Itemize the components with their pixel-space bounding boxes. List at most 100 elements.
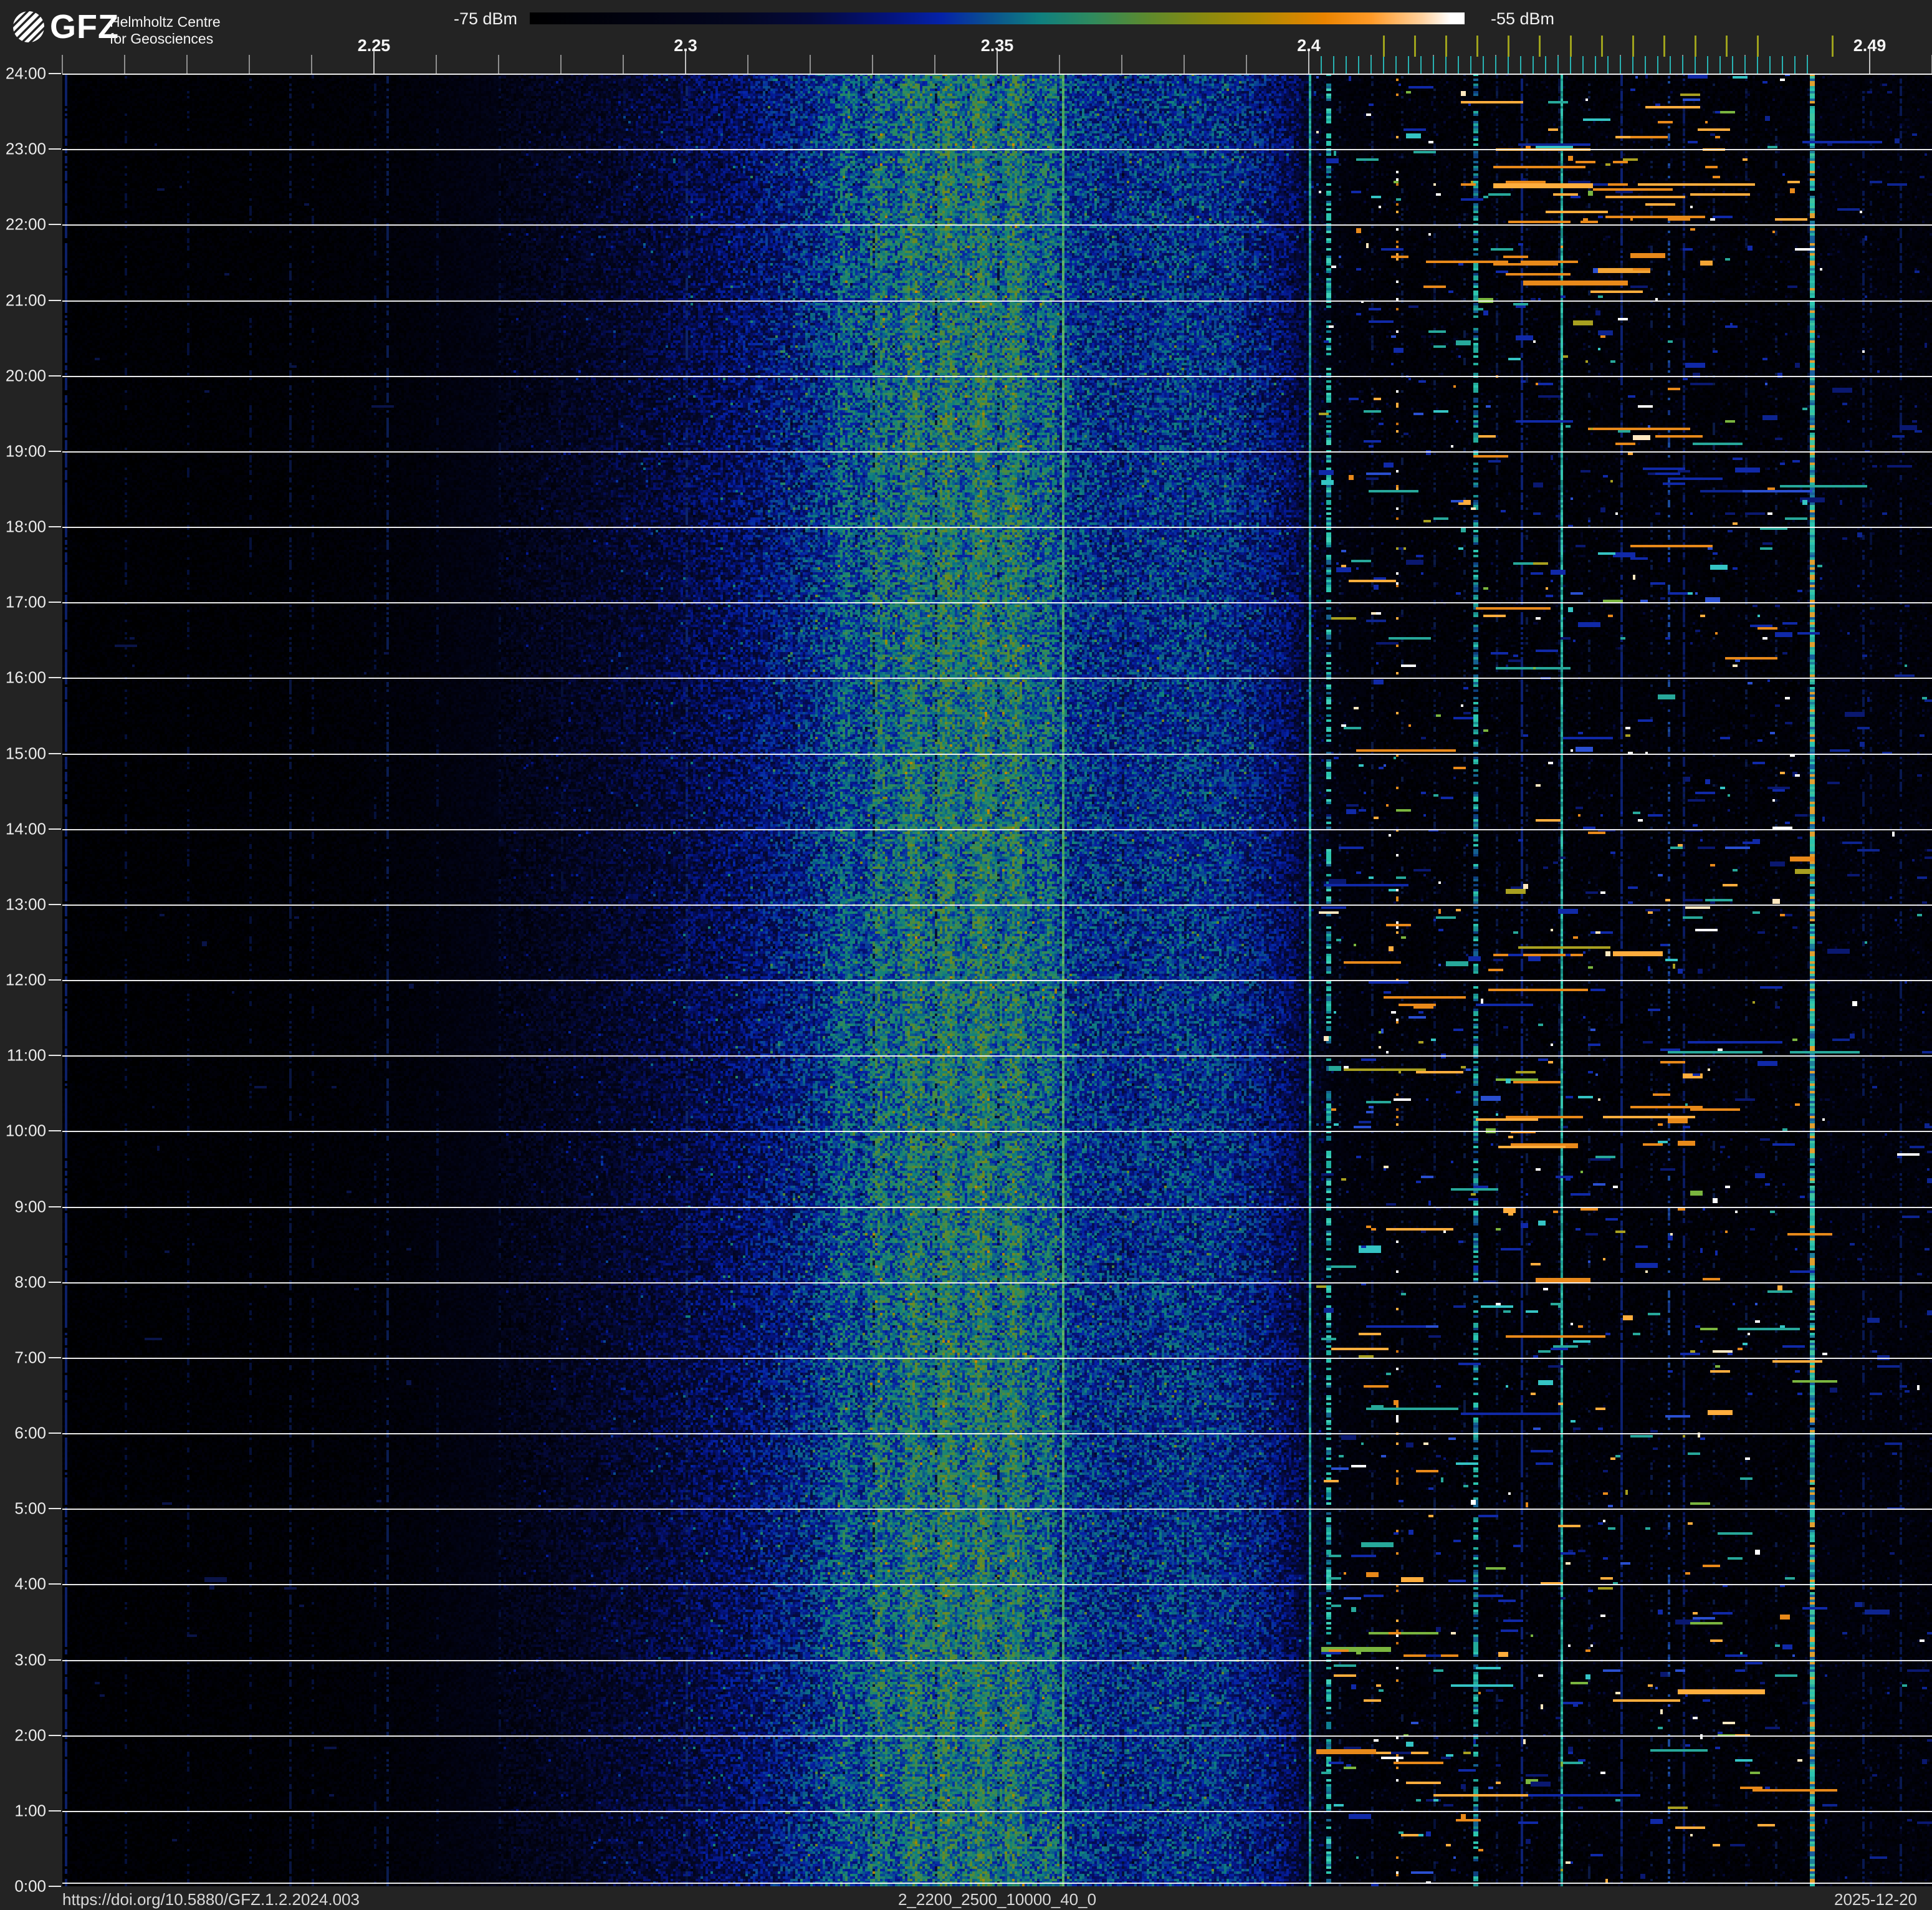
ble-channel-tick bbox=[1744, 56, 1746, 74]
wifi-channel-tick bbox=[1632, 36, 1634, 57]
hour-label: 7:00 bbox=[14, 1348, 46, 1367]
ble-channel-tick bbox=[1807, 56, 1808, 74]
freq-label: 2.25 bbox=[357, 36, 391, 55]
hour-gridline bbox=[62, 678, 1932, 679]
ble-channel-tick bbox=[1682, 56, 1683, 74]
ble-channel-tick bbox=[1420, 56, 1422, 74]
ble-channel-tick bbox=[1408, 56, 1409, 74]
hour-tick bbox=[49, 1206, 61, 1207]
hour-tick bbox=[49, 1734, 61, 1736]
hour-label: 9:00 bbox=[14, 1197, 46, 1216]
ble-channel-tick bbox=[1557, 56, 1559, 74]
hour-gridline bbox=[62, 1660, 1932, 1661]
hour-tick bbox=[49, 1659, 61, 1661]
freq-tick-minor bbox=[124, 55, 125, 74]
frequency-axis: 2.25 2.3 2.35 2.4 2.49 bbox=[62, 0, 1932, 74]
hour-tick bbox=[49, 526, 61, 527]
hour-gridline bbox=[62, 754, 1932, 755]
hour-label: 14:00 bbox=[5, 819, 46, 838]
hour-label: 4:00 bbox=[14, 1574, 46, 1593]
ble-channel-tick bbox=[1645, 56, 1646, 74]
freq-tick-minor bbox=[1059, 55, 1060, 74]
ble-channel-tick bbox=[1470, 56, 1471, 74]
ble-channel-tick bbox=[1321, 56, 1322, 74]
freq-tick-minor bbox=[1246, 55, 1247, 74]
freq-tick-minor bbox=[1184, 55, 1185, 74]
ble-channel-tick bbox=[1458, 56, 1459, 74]
freq-tick-minor bbox=[810, 55, 811, 74]
hour-tick bbox=[49, 1810, 61, 1812]
hour-tick bbox=[49, 224, 61, 226]
hour-gridline bbox=[62, 1207, 1932, 1208]
wifi-channel-tick bbox=[1570, 36, 1572, 57]
hour-label: 8:00 bbox=[14, 1272, 46, 1292]
hour-tick bbox=[49, 375, 61, 377]
ble-channel-tick bbox=[1508, 56, 1509, 74]
hour-label: 10:00 bbox=[5, 1121, 46, 1140]
hour-label: 22:00 bbox=[5, 214, 46, 234]
hour-label: 16:00 bbox=[5, 668, 46, 687]
ble-channel-tick bbox=[1794, 56, 1796, 74]
freq-tick-minor bbox=[560, 55, 562, 74]
dataset-id: 2_2200_2500_10000_40_0 bbox=[897, 1890, 1097, 1909]
hour-label: 2:00 bbox=[14, 1725, 46, 1745]
hour-gridline bbox=[62, 1811, 1932, 1812]
hour-gridline bbox=[62, 527, 1932, 528]
freq-tick-minor bbox=[623, 55, 624, 74]
freq-tick-minor bbox=[872, 55, 873, 74]
ble-channel-tick bbox=[1707, 56, 1708, 74]
ble-channel-tick bbox=[1358, 56, 1359, 74]
hour-label: 23:00 bbox=[5, 139, 46, 158]
hour-gridline bbox=[62, 300, 1932, 302]
hour-tick bbox=[49, 73, 61, 74]
ble-channel-tick bbox=[1495, 56, 1496, 74]
hour-tick bbox=[49, 1356, 61, 1358]
ble-channel-tick bbox=[1333, 56, 1334, 74]
hour-label: 17:00 bbox=[5, 592, 46, 612]
ble-channel-tick bbox=[1370, 56, 1372, 74]
wifi-channel-tick bbox=[1383, 36, 1385, 57]
wifi-channel-tick bbox=[1539, 36, 1541, 57]
hour-gridline bbox=[62, 1883, 1932, 1884]
hour-gridline bbox=[62, 1358, 1932, 1359]
ble-channel-tick bbox=[1695, 56, 1696, 74]
freq-tick-minor bbox=[186, 55, 188, 74]
hour-label: 0:00 bbox=[14, 1876, 46, 1896]
hour-label: 20:00 bbox=[5, 366, 46, 385]
ble-channel-tick bbox=[1570, 56, 1571, 74]
ble-channel-tick bbox=[1657, 56, 1658, 74]
hour-label: 1:00 bbox=[14, 1801, 46, 1820]
hour-gridline bbox=[62, 224, 1932, 226]
wifi-channel-tick bbox=[1508, 36, 1509, 57]
wifi-channel-tick bbox=[1832, 36, 1834, 57]
freq-tick-minor bbox=[498, 55, 499, 74]
wifi-channel-tick bbox=[1414, 36, 1416, 57]
hour-gridline bbox=[62, 1282, 1932, 1284]
freq-tick-minor bbox=[249, 55, 250, 74]
ble-channel-tick bbox=[1595, 56, 1596, 74]
wifi-channel-tick bbox=[1663, 36, 1665, 57]
wifi-channel-tick bbox=[1445, 36, 1447, 57]
freq-label: 2.3 bbox=[674, 36, 697, 55]
hour-gridline bbox=[62, 829, 1932, 830]
hour-gridline bbox=[62, 1131, 1932, 1132]
ble-channel-tick bbox=[1719, 56, 1721, 74]
freq-tick-minor bbox=[436, 55, 437, 74]
hour-gridline bbox=[62, 980, 1932, 981]
hour-tick bbox=[49, 1055, 61, 1057]
freq-tick-minor bbox=[311, 55, 312, 74]
ble-channel-tick bbox=[1520, 56, 1521, 74]
hour-label: 15:00 bbox=[5, 744, 46, 762]
date-label: 2025-12-20 bbox=[1834, 1890, 1917, 1909]
hour-label: 19:00 bbox=[5, 441, 46, 461]
ble-channel-tick bbox=[1383, 56, 1384, 74]
ble-channel-tick bbox=[1445, 56, 1447, 74]
hour-label: 6:00 bbox=[14, 1423, 46, 1442]
hour-label: 12:00 bbox=[5, 970, 46, 989]
hour-gridline bbox=[62, 376, 1932, 377]
hour-tick bbox=[49, 450, 61, 452]
hour-label: 11:00 bbox=[6, 1045, 46, 1065]
ble-channel-tick bbox=[1433, 56, 1434, 74]
hour-gridline bbox=[62, 1584, 1932, 1585]
hour-tick bbox=[49, 752, 61, 754]
